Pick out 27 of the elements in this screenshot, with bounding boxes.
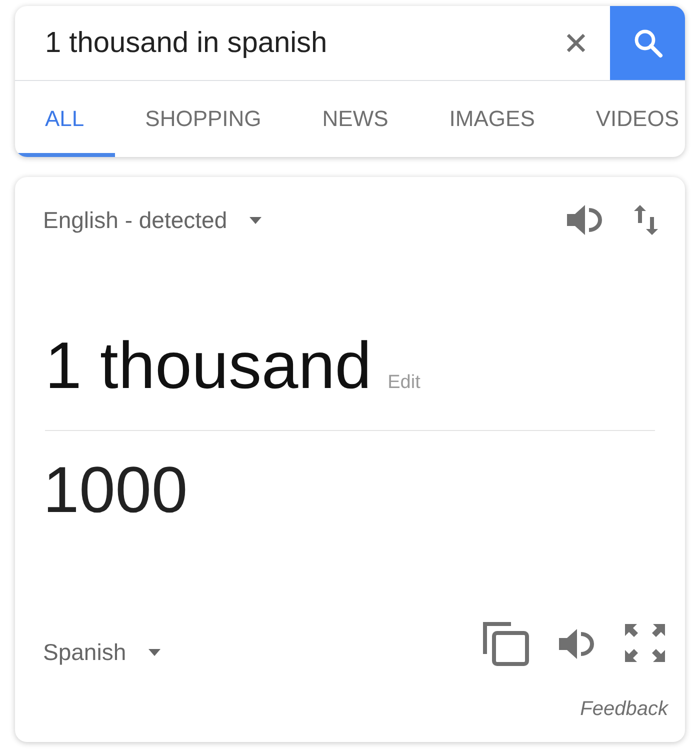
search-tab[interactable]: SHOPPING	[115, 81, 292, 157]
swap-arrows-icon	[633, 203, 659, 237]
feedback-link[interactable]: Feedback	[580, 698, 668, 721]
copy-button[interactable]	[483, 622, 529, 666]
listen-button[interactable]	[559, 627, 595, 661]
search-icon	[632, 28, 662, 58]
swap-languages-button[interactable]	[633, 203, 659, 237]
fullscreen-button[interactable]	[625, 624, 665, 662]
search-field[interactable]: 1 thousand in spanish	[15, 6, 544, 80]
search-tab[interactable]: VIDEOS	[566, 81, 685, 157]
caret-icon	[148, 649, 162, 656]
caret-icon	[249, 216, 262, 224]
search-tab[interactable]: NEWS	[292, 81, 420, 157]
search-tab[interactable]: ALL	[15, 81, 116, 157]
source-language-dropdown[interactable]: English - detected	[43, 206, 262, 234]
source-text: 1 thousand	[45, 327, 372, 404]
translation-result: 1000	[43, 452, 188, 528]
search-tab[interactable]: IMAGES	[419, 81, 566, 157]
copy-icon	[483, 622, 529, 666]
expand-arrows-icon	[625, 624, 665, 662]
search-button[interactable]	[610, 6, 685, 80]
close-icon	[566, 33, 586, 53]
speaker-icon	[567, 203, 603, 237]
speaker-icon	[559, 627, 595, 661]
listen-button[interactable]	[567, 203, 603, 237]
target-language-dropdown[interactable]: Spanish	[43, 639, 162, 666]
edit-link[interactable]: Edit	[388, 372, 420, 394]
